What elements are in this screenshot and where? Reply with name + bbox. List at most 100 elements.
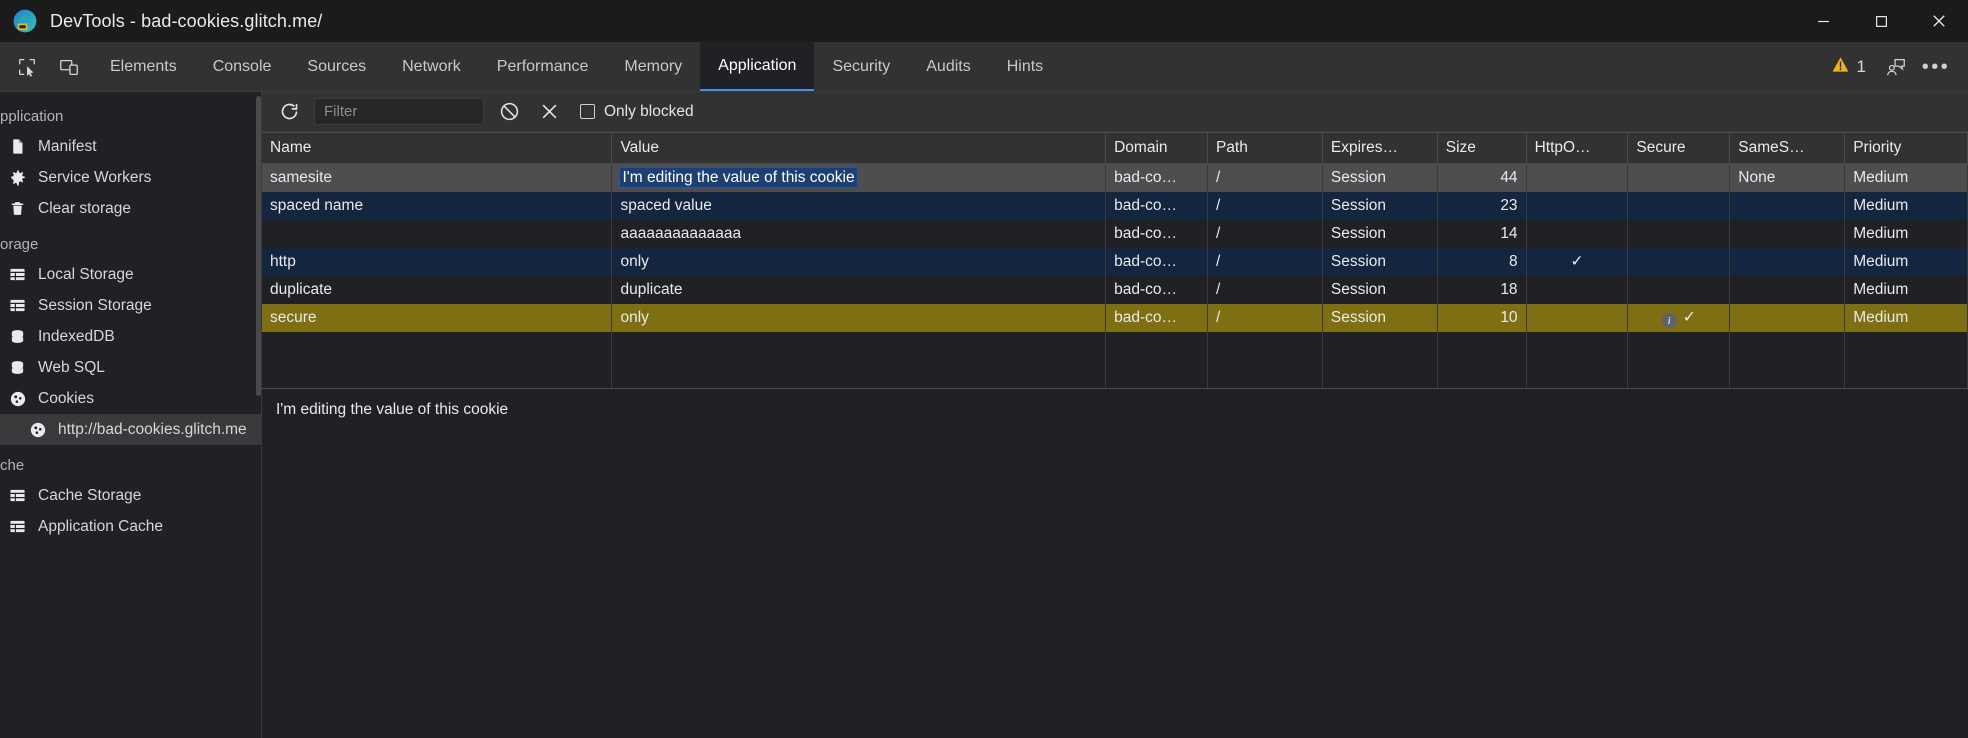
cell-priority[interactable]: Medium xyxy=(1845,276,1968,304)
table-row[interactable]: secure only bad-co… / Session 10 i✓ Medi… xyxy=(262,304,1968,332)
device-toolbar-icon[interactable] xyxy=(52,50,86,84)
cell-httponly[interactable] xyxy=(1526,164,1628,192)
cell-name[interactable]: secure xyxy=(262,304,612,332)
cell-expires[interactable]: Session xyxy=(1322,192,1437,220)
cell-value[interactable]: spaced value xyxy=(612,192,1106,220)
column-header-expires[interactable]: Expires… xyxy=(1322,133,1437,164)
column-header-secure[interactable]: Secure xyxy=(1628,133,1730,164)
cell-domain[interactable]: bad-co… xyxy=(1106,304,1208,332)
cell-priority[interactable]: Medium xyxy=(1845,192,1968,220)
tab-console[interactable]: Console xyxy=(195,42,290,91)
cell-secure[interactable] xyxy=(1628,248,1730,276)
sidebar-item-session-storage[interactable]: Session Storage xyxy=(0,290,261,321)
cell-secure[interactable] xyxy=(1628,164,1730,192)
column-header-path[interactable]: Path xyxy=(1207,133,1322,164)
cell-expires[interactable]: Session xyxy=(1322,304,1437,332)
tab-audits[interactable]: Audits xyxy=(908,42,988,91)
delete-selected-cookie-icon[interactable] xyxy=(534,98,564,126)
column-header-name[interactable]: Name xyxy=(262,133,612,164)
cell-name[interactable]: duplicate xyxy=(262,276,612,304)
more-options-icon[interactable]: ••• xyxy=(1918,50,1954,84)
cell-value[interactable]: only xyxy=(612,248,1106,276)
cell-samesite[interactable] xyxy=(1730,192,1845,220)
tab-sources[interactable]: Sources xyxy=(289,42,384,91)
inspect-element-icon[interactable] xyxy=(10,50,44,84)
cell-secure[interactable] xyxy=(1628,192,1730,220)
cell-samesite[interactable] xyxy=(1730,276,1845,304)
column-header-domain[interactable]: Domain xyxy=(1106,133,1208,164)
refresh-icon[interactable] xyxy=(274,98,304,126)
sidebar-item-local-storage[interactable]: Local Storage xyxy=(0,259,261,290)
cell-size[interactable]: 44 xyxy=(1437,164,1526,192)
cell-expires[interactable]: Session xyxy=(1322,248,1437,276)
warning-indicator[interactable]: 1 xyxy=(1823,55,1874,79)
only-blocked-checkbox-box[interactable] xyxy=(580,104,595,119)
cell-domain[interactable]: bad-co… xyxy=(1106,164,1208,192)
cell-path[interactable]: / xyxy=(1207,248,1322,276)
cell-size[interactable]: 8 xyxy=(1437,248,1526,276)
maximize-button[interactable] xyxy=(1852,0,1910,42)
cell-samesite[interactable] xyxy=(1730,248,1845,276)
cell-value[interactable]: I'm editing the value of this cookie xyxy=(612,164,1106,192)
cell-priority[interactable]: Medium xyxy=(1845,220,1968,248)
cell-name[interactable] xyxy=(262,220,612,248)
filter-input[interactable] xyxy=(314,98,484,125)
sidebar-item-cookies[interactable]: Cookies xyxy=(0,383,261,414)
feedback-person-icon[interactable] xyxy=(1878,50,1914,84)
cell-path[interactable]: / xyxy=(1207,276,1322,304)
cell-value[interactable]: only xyxy=(612,304,1106,332)
cell-size[interactable]: 10 xyxy=(1437,304,1526,332)
column-header-value[interactable]: Value xyxy=(612,133,1106,164)
tab-security[interactable]: Security xyxy=(814,42,908,91)
close-button[interactable] xyxy=(1910,0,1968,42)
cookie-warning-info-icon[interactable]: i xyxy=(1662,313,1677,328)
sidebar-item-cache-storage[interactable]: Cache Storage xyxy=(0,480,261,511)
cell-samesite[interactable]: None xyxy=(1730,164,1845,192)
cell-size[interactable]: 23 xyxy=(1437,192,1526,220)
cell-priority[interactable]: Medium xyxy=(1845,304,1968,332)
tab-elements[interactable]: Elements xyxy=(92,42,195,91)
cookies-table-container[interactable]: Name Value Domain Path Expires… Size Htt… xyxy=(262,132,1968,388)
sidebar-item-indexeddb[interactable]: IndexedDB xyxy=(0,321,261,352)
tab-network[interactable]: Network xyxy=(384,42,479,91)
column-header-samesite[interactable]: SameS… xyxy=(1730,133,1845,164)
cell-path[interactable]: / xyxy=(1207,164,1322,192)
cell-priority[interactable]: Medium xyxy=(1845,248,1968,276)
cell-name[interactable]: spaced name xyxy=(262,192,612,220)
tab-application[interactable]: Application xyxy=(700,42,814,91)
only-blocked-checkbox[interactable]: Only blocked xyxy=(580,103,694,121)
cell-domain[interactable]: bad-co… xyxy=(1106,276,1208,304)
tab-memory[interactable]: Memory xyxy=(606,42,700,91)
cell-httponly[interactable] xyxy=(1526,304,1628,332)
cell-httponly[interactable] xyxy=(1526,192,1628,220)
cell-value[interactable]: aaaaaaaaaaaaaa xyxy=(612,220,1106,248)
sidebar-item-clear-storage[interactable]: Clear storage xyxy=(0,193,261,224)
cell-path[interactable]: / xyxy=(1207,220,1322,248)
sidebar-scrollbar[interactable] xyxy=(256,96,261,396)
table-row[interactable]: duplicate duplicate bad-co… / Session 18… xyxy=(262,276,1968,304)
sidebar-item-cookie-origin[interactable]: http://bad-cookies.glitch.me xyxy=(0,414,261,445)
cell-name[interactable]: http xyxy=(262,248,612,276)
cell-path[interactable]: / xyxy=(1207,192,1322,220)
clear-all-cookies-icon[interactable] xyxy=(494,98,524,126)
cell-value[interactable]: duplicate xyxy=(612,276,1106,304)
table-row[interactable]: http only bad-co… / Session 8 ✓ Medium xyxy=(262,248,1968,276)
cell-domain[interactable]: bad-co… xyxy=(1106,192,1208,220)
sidebar-item-manifest[interactable]: Manifest xyxy=(0,131,261,162)
cell-samesite[interactable] xyxy=(1730,220,1845,248)
tab-performance[interactable]: Performance xyxy=(479,42,607,91)
cell-domain[interactable]: bad-co… xyxy=(1106,248,1208,276)
cell-expires[interactable]: Session xyxy=(1322,164,1437,192)
cell-httponly[interactable] xyxy=(1526,220,1628,248)
column-header-priority[interactable]: Priority xyxy=(1845,133,1968,164)
cell-value-editing-text[interactable]: I'm editing the value of this cookie xyxy=(620,168,856,187)
cell-samesite[interactable] xyxy=(1730,304,1845,332)
cell-priority[interactable]: Medium xyxy=(1845,164,1968,192)
cell-size[interactable]: 18 xyxy=(1437,276,1526,304)
cell-httponly[interactable] xyxy=(1526,276,1628,304)
table-row[interactable]: samesite I'm editing the value of this c… xyxy=(262,164,1968,192)
table-row[interactable]: spaced name spaced value bad-co… / Sessi… xyxy=(262,192,1968,220)
cell-path[interactable]: / xyxy=(1207,304,1322,332)
cell-secure[interactable]: i✓ xyxy=(1628,304,1730,332)
cell-size[interactable]: 14 xyxy=(1437,220,1526,248)
